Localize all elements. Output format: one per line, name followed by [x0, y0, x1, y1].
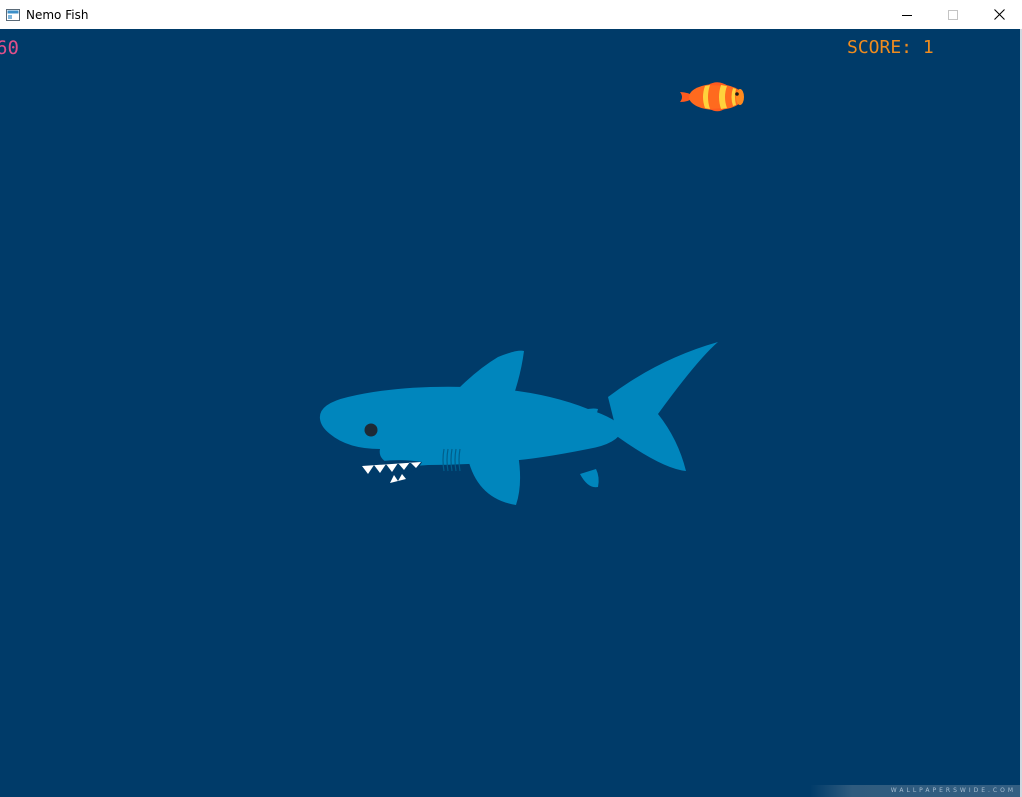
game-canvas[interactable]: 60 SCORE: 1 WALLPAPERSWIDE.COM	[0, 29, 1020, 797]
close-icon	[993, 9, 1005, 20]
app-window-icon	[6, 8, 20, 21]
maximize-button[interactable]	[930, 0, 976, 29]
title-bar[interactable]: Nemo Fish	[0, 0, 1022, 29]
minimize-icon	[902, 14, 912, 16]
fps-counter: 60	[0, 37, 19, 59]
window-title: Nemo Fish	[26, 7, 89, 22]
score-label: SCORE: 1	[847, 37, 934, 58]
close-button[interactable]	[976, 0, 1022, 29]
clownfish-player[interactable]	[678, 80, 746, 114]
game-window: Nemo Fish 60 SCORE: 1 WALLPAPERSWIDE.COM	[0, 0, 1022, 797]
shark-enemy	[319, 342, 718, 505]
watermark-text: WALLPAPERSWIDE.COM	[810, 785, 1020, 797]
minimize-button[interactable]	[884, 0, 930, 29]
maximize-icon	[948, 9, 958, 20]
